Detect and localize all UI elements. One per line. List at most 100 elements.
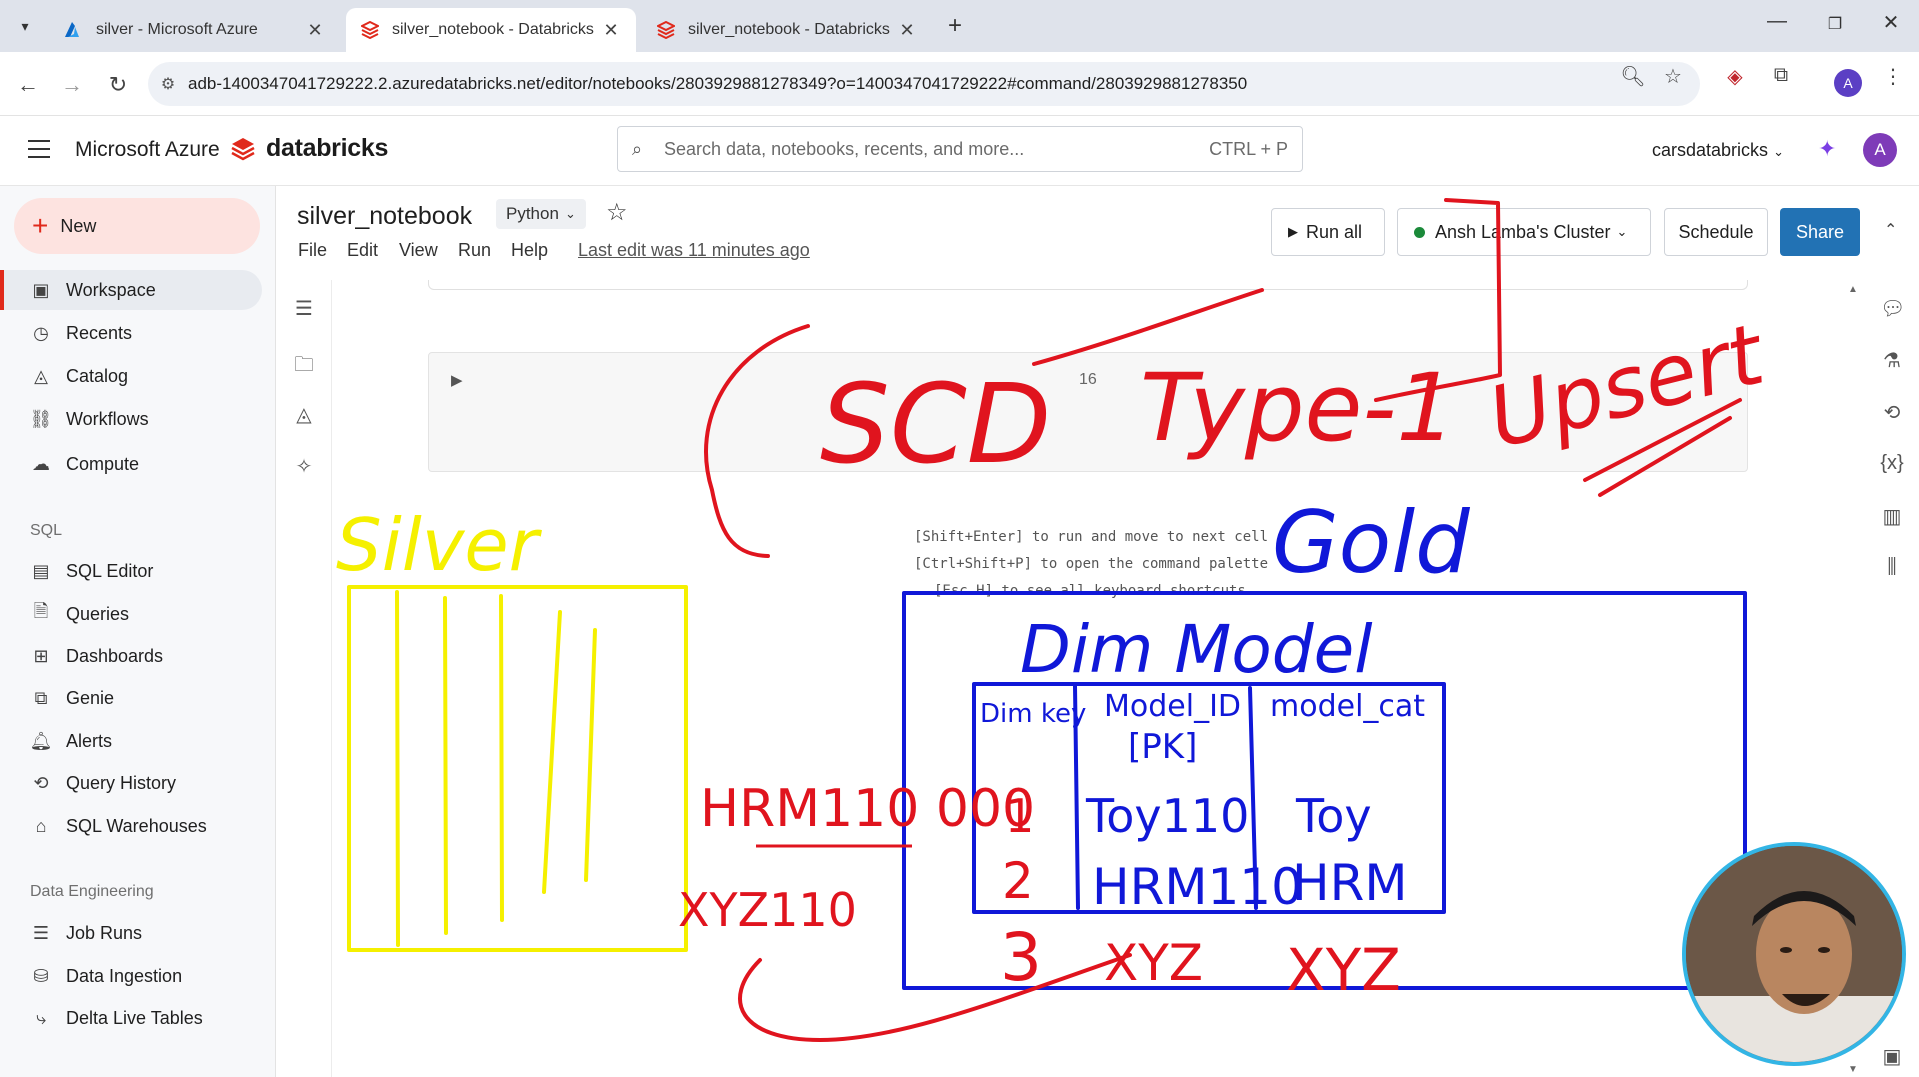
chevron-up-icon[interactable]: ⌃ (1884, 220, 1897, 240)
workflows-icon: ⛓ (29, 408, 53, 429)
sidebar-item-label: Compute (66, 453, 140, 474)
cluster-selector[interactable]: Ansh Lamba's Cluster ⌄ (1397, 208, 1651, 256)
pipeline-icon: ⤷ (35, 1007, 47, 1028)
sidebar-item-query-history[interactable]: ⟲ Query History (0, 763, 262, 803)
restore-icon[interactable]: ❐ (1820, 14, 1850, 34)
hint-line: [Shift+Enter] to run and move to next ce… (914, 529, 1269, 545)
close-icon[interactable]: ✕ (896, 20, 918, 41)
workspace-icon: ▣ (32, 279, 50, 300)
sidebar-item-sql-editor[interactable]: ▤ SQL Editor (0, 551, 262, 591)
site-settings-icon[interactable]: ⚙ (148, 74, 188, 94)
scroll-up-arrow-icon[interactable]: ▲ (1848, 284, 1858, 295)
extension-icon[interactable]: ◈ (1720, 64, 1750, 89)
dashboards-icon: ⊞ (33, 645, 49, 666)
plus-icon: + (32, 210, 49, 241)
workspace-switcher[interactable]: carsdatabricks ⌄ (1652, 140, 1784, 161)
history-icon[interactable]: ⟲ (1880, 400, 1904, 425)
browser-profile-avatar[interactable]: A (1834, 69, 1862, 97)
menu-run[interactable]: Run (458, 240, 491, 261)
notebook-title[interactable]: silver_notebook (297, 202, 472, 231)
menu-file[interactable]: File (298, 240, 327, 261)
sidebar-item-recents[interactable]: ◷ Recents (0, 313, 262, 353)
window-close-icon[interactable]: ✕ (1876, 10, 1906, 35)
menu-edit[interactable]: Edit (347, 240, 378, 261)
history-icon: ⟲ (33, 772, 49, 793)
back-arrow-icon[interactable]: ← (14, 72, 42, 98)
variables-icon[interactable]: {x} (1880, 452, 1904, 475)
run-all-button[interactable]: ▶ Run all (1271, 208, 1385, 256)
col-model-id-pk: [PK] (1128, 727, 1197, 767)
experiment-flask-icon[interactable]: ⚗ (1880, 348, 1904, 373)
chart-icon[interactable]: ▥ (1880, 504, 1904, 529)
sidebar-item-label: Queries (66, 603, 130, 624)
sidebar-item-data-ingestion[interactable]: ⛁ Data Ingestion (0, 956, 262, 996)
close-icon[interactable]: ✕ (600, 20, 622, 41)
cell-number: 16 (1079, 371, 1097, 388)
reload-icon[interactable]: ↻ (104, 72, 132, 98)
sidebar-item-job-runs[interactable]: ☰ Job Runs (0, 913, 262, 953)
sidebar-item-genie[interactable]: ⧉ Genie (0, 678, 262, 718)
last-edit-link[interactable]: Last edit was 11 minutes ago (578, 240, 810, 261)
notebook-cell[interactable]: ▶ 16 (428, 352, 1748, 472)
tab-list-chevron-icon[interactable]: ▾ (10, 12, 40, 40)
run-cell-play-icon[interactable]: ▶ (451, 371, 463, 389)
queries-icon: 🗎︎ (33, 601, 49, 621)
sidebar-item-catalog[interactable]: ◬ Catalog (0, 356, 262, 396)
menu-view[interactable]: View (399, 240, 438, 261)
bookmark-star-icon[interactable]: ☆ (1658, 64, 1688, 89)
sidebar-item-sql-warehouses[interactable]: ⌂ SQL Warehouses (0, 806, 262, 846)
language-selector[interactable]: Python ⌄ (496, 199, 586, 229)
databricks-logo[interactable]: databricks (230, 134, 388, 163)
browser-tab-notebook-active[interactable]: silver_notebook - Databricks ✕ (346, 8, 636, 52)
user-avatar[interactable]: A (1863, 133, 1897, 167)
sidebar-item-alerts[interactable]: 🔔︎ Alerts (0, 721, 262, 761)
cluster-status-dot (1414, 226, 1425, 238)
bell-icon: 🔔︎ (29, 730, 53, 751)
comments-icon[interactable]: 💬︎ (1880, 296, 1905, 321)
table-of-contents-icon[interactable]: ☰ (292, 296, 316, 321)
hamburger-menu-icon[interactable] (28, 140, 50, 158)
sidebar-item-label: Catalog (66, 365, 129, 386)
new-button[interactable]: + New (14, 198, 260, 254)
sidebar-item-label: Recents (66, 322, 133, 343)
yellow-annotations (347, 585, 688, 952)
extensions-puzzle-icon[interactable]: ⧉ (1766, 64, 1796, 87)
browser-address-bar: ← → ↻ ⚙ adb-1400347041729222.2.azuredata… (0, 52, 1919, 116)
scroll-down-arrow-icon[interactable]: ▼ (1848, 1064, 1858, 1075)
favorite-star-icon[interactable]: ☆ (606, 198, 628, 227)
browser-menu-icon[interactable]: ⋮ (1878, 64, 1908, 89)
assistant-icon[interactable]: ✧ (292, 454, 316, 479)
url-omnibox[interactable]: ⚙ adb-1400347041729222.2.azuredatabricks… (148, 62, 1700, 106)
library-icon[interactable]: ⫼ (1880, 556, 1904, 579)
ingestion-icon: ⛁ (33, 965, 49, 986)
folder-icon[interactable]: 🗀 (292, 350, 316, 384)
terminal-icon[interactable]: ▣ (1880, 1044, 1904, 1069)
zoom-icon[interactable]: 🔍︎ (1618, 64, 1648, 89)
sidebar-item-dashboards[interactable]: ⊞ Dashboards (0, 636, 262, 676)
sidebar-item-workflows[interactable]: ⛓ Workflows (0, 399, 262, 439)
assistant-sparkle-icon[interactable]: ✦ (1818, 136, 1836, 162)
play-icon: ▶ (1288, 224, 1298, 239)
new-tab-plus-icon[interactable]: + (948, 12, 962, 40)
url-text[interactable]: adb-1400347041729222.2.azuredatabricks.n… (188, 74, 1247, 94)
sidebar-item-delta-live-tables[interactable]: ⤷ Delta Live Tables (0, 998, 262, 1038)
close-icon[interactable]: ✕ (304, 20, 326, 41)
forward-arrow-icon[interactable]: → (58, 72, 86, 98)
catalog-icon[interactable]: ◬ (292, 402, 316, 427)
sidebar-item-compute[interactable]: ☁ Compute (0, 444, 262, 484)
keyboard-hints: [Shift+Enter] to run and move to next ce… (914, 524, 1268, 605)
schedule-button[interactable]: Schedule (1664, 208, 1768, 256)
minimize-icon[interactable]: — (1762, 10, 1792, 33)
notebook-left-rail: ☰ 🗀 ◬ ✧ (276, 280, 332, 1077)
browser-tab-azure[interactable]: silver - Microsoft Azure ✕ (50, 8, 340, 52)
azure-label[interactable]: Microsoft Azure (75, 138, 220, 162)
menu-help[interactable]: Help (511, 240, 548, 261)
sidebar-item-workspace[interactable]: ▣ Workspace (0, 270, 262, 310)
sidebar-item-queries[interactable]: 🗎︎ Queries (0, 594, 262, 634)
browser-tab-notebook[interactable]: silver_notebook - Databricks ✕ (642, 8, 932, 52)
sidebar-section-sql: SQL (30, 522, 63, 539)
new-record-1: HRM110 000 (700, 779, 1035, 839)
global-search-input[interactable]: ⌕ Search data, notebooks, recents, and m… (617, 126, 1303, 172)
share-button[interactable]: Share (1780, 208, 1860, 256)
workspace-name: carsdatabricks (1652, 140, 1769, 160)
